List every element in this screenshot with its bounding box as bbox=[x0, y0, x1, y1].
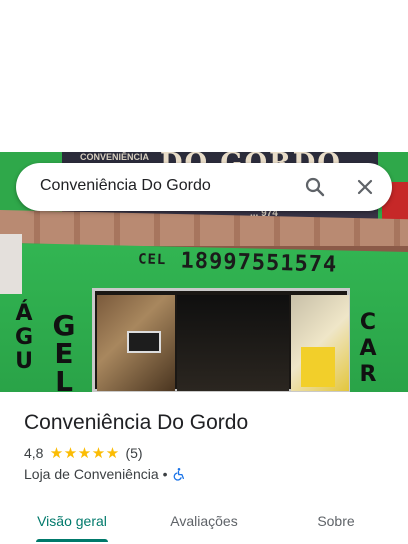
storefront-phone-label: CEL bbox=[137, 251, 167, 269]
separator-dot: • bbox=[162, 466, 168, 482]
tab-reviews[interactable]: Avaliações bbox=[162, 498, 246, 544]
storefront-phone-text: CEL 18997551574 bbox=[137, 247, 338, 278]
tab-overview[interactable]: Visão geral bbox=[36, 498, 108, 544]
star-icon: ★ bbox=[77, 444, 92, 462]
storefront-door bbox=[92, 288, 350, 392]
star-icon: ★ bbox=[63, 444, 78, 462]
place-category: Loja de Conveniência bbox=[24, 466, 159, 482]
place-title: Conveniência Do Gordo bbox=[24, 411, 249, 434]
wall-letters-left: ÁGU bbox=[14, 301, 34, 374]
close-icon[interactable] bbox=[353, 175, 377, 199]
star-icon: ★ bbox=[91, 444, 106, 462]
rating-value: 4,8 bbox=[24, 445, 44, 461]
place-tabs: Visão geral Avaliações Sobre bbox=[0, 498, 408, 544]
place-info-panel: Conveniência Do Gordo 4,8 ★ ★ ★ ★ ★ (5) … bbox=[0, 392, 408, 544]
wall-letters-right: CAR bbox=[359, 310, 377, 387]
search-bar[interactable]: Conveniência Do Gordo bbox=[16, 163, 392, 211]
door-yellow-sign bbox=[301, 347, 335, 387]
wall-letters-gel: GEL bbox=[52, 309, 76, 393]
map-empty-area bbox=[0, 0, 408, 152]
category-row: Loja de Conveniência • bbox=[24, 465, 186, 483]
star-icon: ★ bbox=[105, 444, 120, 462]
search-icon[interactable] bbox=[303, 175, 327, 199]
tab-about[interactable]: Sobre bbox=[308, 498, 364, 544]
search-input[interactable]: Conveniência Do Gordo bbox=[40, 177, 211, 195]
star-icon: ★ bbox=[49, 444, 64, 462]
star-rating: ★ ★ ★ ★ ★ bbox=[49, 446, 119, 461]
door-opening bbox=[177, 295, 289, 391]
door-poster bbox=[127, 331, 161, 353]
storefront-sign-small-text: CONVENIÊNCIA bbox=[80, 152, 150, 162]
storefront-left-panel bbox=[0, 234, 22, 294]
rating-row[interactable]: 4,8 ★ ★ ★ ★ ★ (5) bbox=[24, 444, 143, 462]
active-tab-indicator bbox=[36, 539, 108, 542]
storefront-phone-number: 18997551574 bbox=[180, 248, 338, 278]
review-count[interactable]: (5) bbox=[125, 445, 142, 461]
wheelchair-icon bbox=[172, 467, 186, 481]
